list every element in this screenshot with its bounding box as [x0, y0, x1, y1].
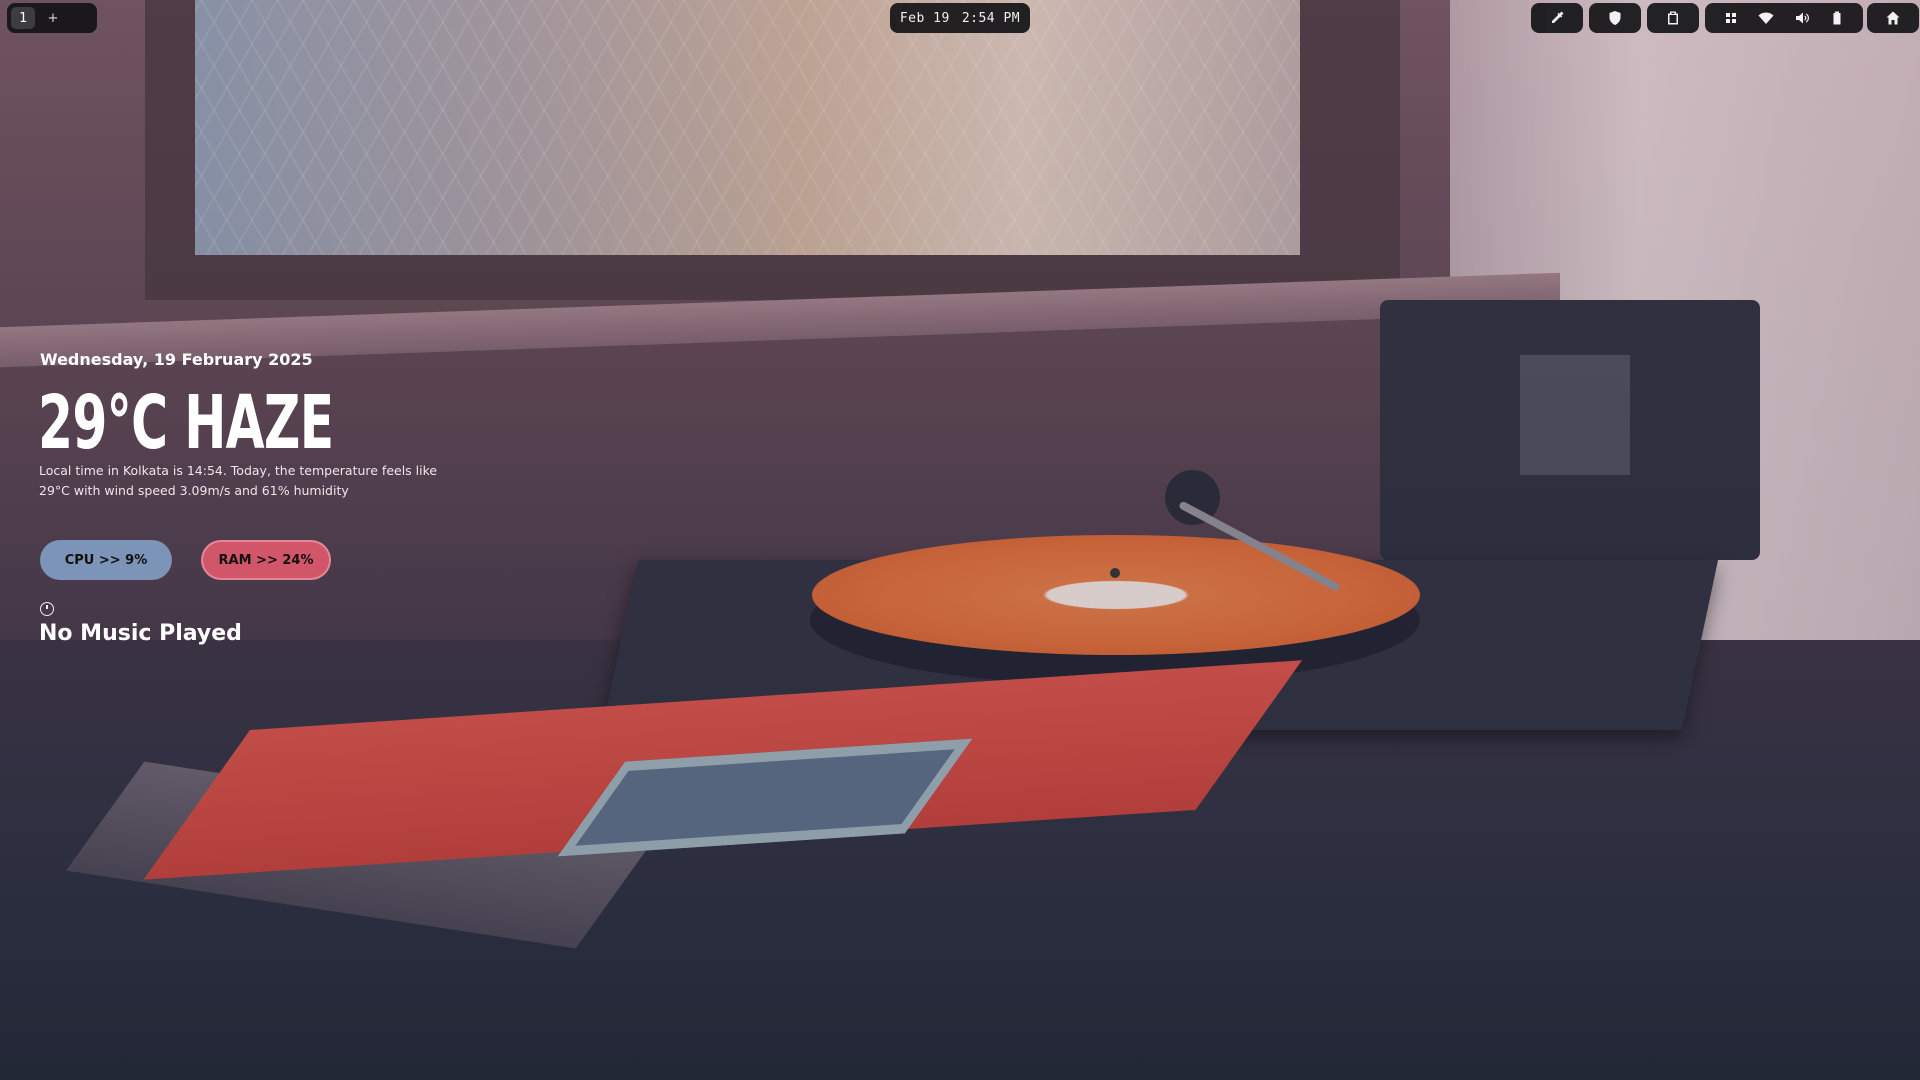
workspace-switcher: 1 + — [7, 3, 97, 33]
shield-icon — [1606, 9, 1624, 27]
clock[interactable]: Feb 19 2:54 PM — [890, 3, 1030, 33]
music-title: No Music Played — [39, 621, 242, 646]
workspace-1-button[interactable]: 1 — [11, 7, 35, 29]
clock-time: 2:54 PM — [961, 10, 1021, 26]
ram-usage-pill[interactable]: RAM >> 24% — [201, 540, 331, 580]
date-label: Wednesday, 19 February 2025 — [40, 350, 313, 369]
add-workspace-button[interactable]: + — [41, 7, 65, 29]
clock-date: Feb 19 — [899, 10, 950, 26]
music-info-icon — [40, 602, 54, 616]
clipboard-icon — [1664, 9, 1682, 27]
battery-icon[interactable] — [1828, 9, 1846, 27]
grid-icon[interactable] — [1722, 9, 1740, 27]
home-button[interactable] — [1867, 3, 1919, 33]
cpu-usage-pill[interactable]: CPU >> 9% — [40, 540, 172, 580]
color-picker-button[interactable] — [1531, 3, 1583, 33]
wifi-icon[interactable] — [1757, 9, 1775, 27]
color-picker-icon — [1548, 9, 1566, 27]
system-status-group[interactable] — [1705, 3, 1863, 33]
volume-icon[interactable] — [1793, 9, 1811, 27]
weather-headline: 29°C HAZE — [38, 380, 334, 466]
weather-description: Local time in Kolkata is 14:54. Today, t… — [39, 463, 438, 498]
vpn-button[interactable] — [1589, 3, 1641, 33]
home-icon — [1884, 9, 1902, 27]
clipboard-button[interactable] — [1647, 3, 1699, 33]
desktop: 1 + Feb 19 2:54 PM Wednesday, 19 Februar… — [0, 0, 1920, 1080]
